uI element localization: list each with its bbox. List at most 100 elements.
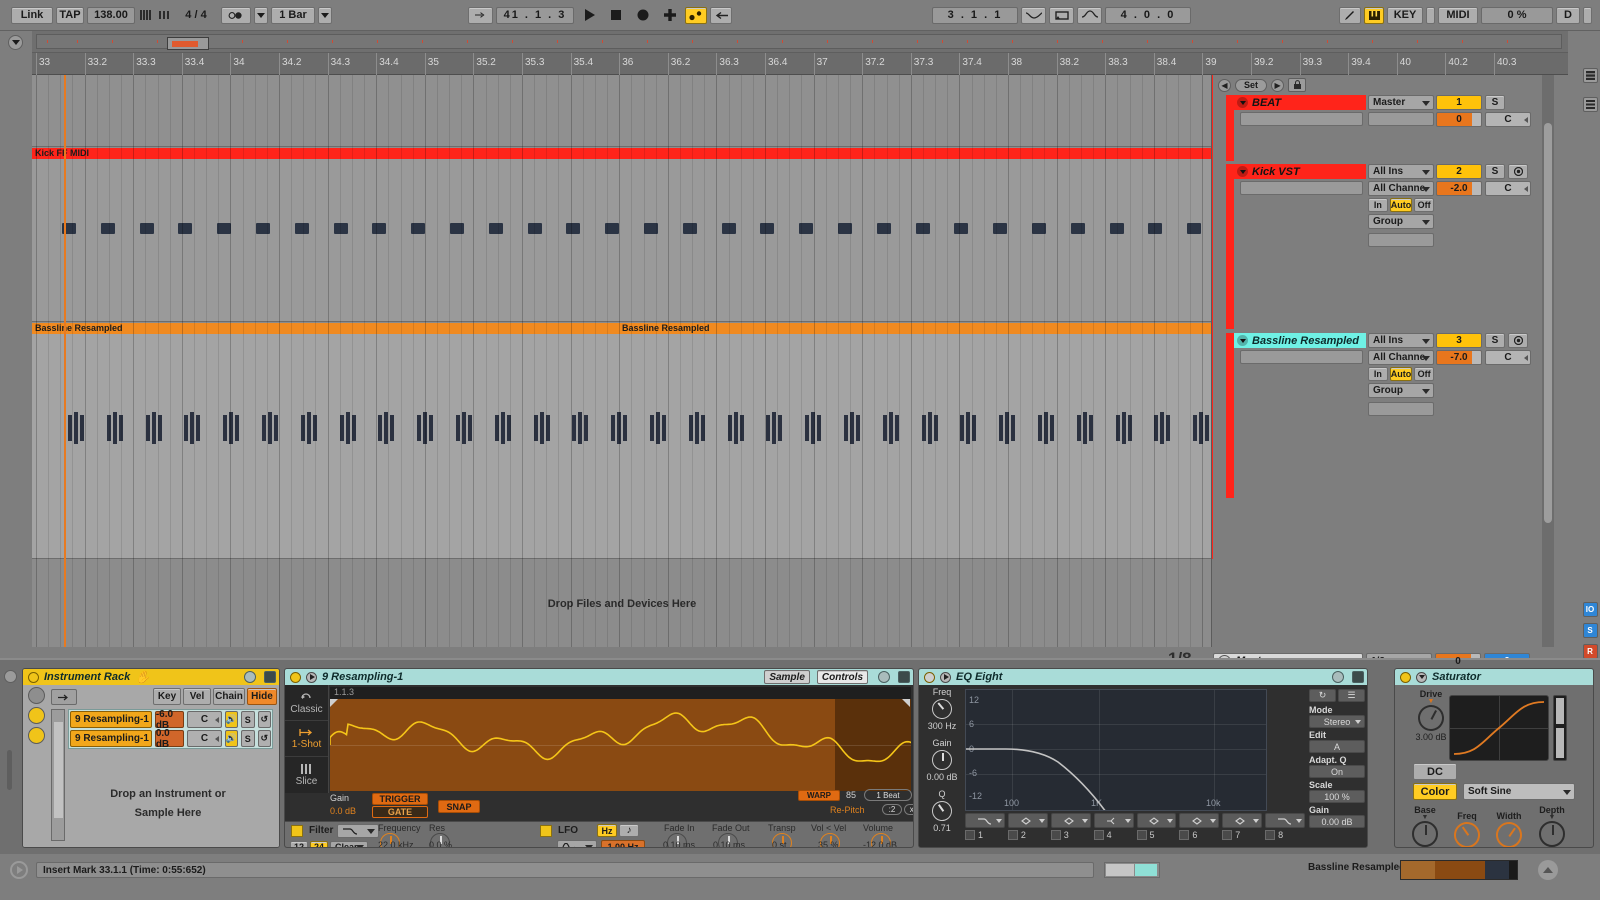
eq-title-bar[interactable]: EQ Eight xyxy=(919,669,1367,685)
chain-pan-1[interactable]: C xyxy=(187,711,222,728)
io-toggle-icon[interactable]: IO xyxy=(1582,602,1598,617)
device-slot-bassline[interactable] xyxy=(1240,350,1363,364)
eq-scale-value[interactable]: 100 % xyxy=(1309,790,1365,803)
saturator-freq-knob[interactable] xyxy=(1448,816,1486,847)
filter-circuit-menu[interactable]: Clean xyxy=(330,841,368,847)
midi-channel-bassline[interactable]: All Channe xyxy=(1368,350,1434,365)
midi-note[interactable] xyxy=(178,223,193,234)
simpler-tab-controls[interactable]: Controls xyxy=(816,670,868,684)
eq-edit-value[interactable]: A xyxy=(1309,740,1365,753)
chain-gain-2[interactable]: 0.0 dB xyxy=(154,728,185,750)
audio-from-kick[interactable]: All Ins xyxy=(1368,164,1434,179)
eq-band-2[interactable]: 2 xyxy=(1007,813,1048,847)
rack-chain-row-2[interactable]: 9 Resampling-1 0.0 dB C 🔊 S ↺ xyxy=(70,728,271,750)
draw-mode-icon[interactable] xyxy=(1339,6,1361,24)
loop-switch-icon[interactable] xyxy=(1049,6,1074,24)
track-header-kick-vst[interactable]: Kick VST All Ins All Channe In Auto Off … xyxy=(1226,164,1554,329)
filter-enable-toggle[interactable] xyxy=(291,825,303,837)
eq-band-enable-3[interactable] xyxy=(1050,830,1061,840)
simpler-mode-slice[interactable]: Slice xyxy=(285,757,328,793)
instrument-rack-title-bar[interactable]: Instrument Rack ✋ xyxy=(23,669,279,685)
eq-response-graph[interactable]: 12 6 0 -6 -12 100 1K 10k xyxy=(965,689,1267,811)
midi-map-button[interactable]: MIDI xyxy=(1438,6,1478,24)
rack-chain-button[interactable]: Chain xyxy=(213,688,245,705)
fade-out-value[interactable]: 0.10 ms xyxy=(713,840,745,847)
track-header-beat[interactable]: BEAT Master 1 S 0 C xyxy=(1226,95,1554,161)
loop-start-field[interactable]: 3 . 1 . 1 xyxy=(932,6,1018,24)
metronome-icon[interactable] xyxy=(138,7,153,24)
audio-from-beat[interactable]: Master xyxy=(1368,95,1434,110)
arm-record-icon-bassline[interactable] xyxy=(1508,333,1528,348)
bell-icon-7[interactable] xyxy=(1222,813,1263,828)
rack-chain-list[interactable]: 9 Resampling-1 -6.0 dB C 🔊 S ↺ 9 Resampl… xyxy=(68,709,273,750)
eq-band-1[interactable]: 1 xyxy=(965,813,1005,847)
fade-in-value[interactable]: 0.10 ms xyxy=(663,840,695,847)
simpler-waveform-display[interactable]: 1.1.3 xyxy=(330,687,911,791)
eq-band-6[interactable]: 6 xyxy=(1179,813,1220,847)
eq-band-enable-1[interactable] xyxy=(965,830,975,840)
computer-midi-keyboard-icon[interactable] xyxy=(1364,6,1384,24)
nudge-icon[interactable] xyxy=(156,7,171,24)
device-area-drag-handle[interactable] xyxy=(7,750,12,790)
simpler-end-marker[interactable] xyxy=(902,699,910,707)
simpler-tab-sample[interactable]: Sample xyxy=(764,670,810,684)
simpler-mode-classic[interactable]: Classic xyxy=(285,685,328,721)
simpler-snap-button[interactable]: SNAP xyxy=(438,800,480,813)
eq-band-8[interactable]: 8 xyxy=(1265,813,1305,847)
monitor-off-bassline[interactable]: Off xyxy=(1414,367,1434,381)
track-color-bar-kick[interactable] xyxy=(1226,164,1234,329)
set-label[interactable]: Set xyxy=(1235,78,1268,92)
midi-note[interactable] xyxy=(876,223,891,234)
track-name-kick[interactable]: Kick VST xyxy=(1234,164,1366,179)
bell-icon-2[interactable] xyxy=(1007,813,1048,828)
session-view-selector-icon[interactable] xyxy=(1582,68,1598,83)
saturator-drive-value[interactable]: 3.00 dB xyxy=(1413,732,1449,742)
track-lane-kick-vst[interactable]: Kick FF MIDI xyxy=(32,148,1211,322)
track-name-beat[interactable]: BEAT xyxy=(1234,95,1366,110)
monitor-off-kick[interactable]: Off xyxy=(1414,198,1434,212)
track-fold-icon[interactable] xyxy=(1237,97,1248,108)
simpler-start-marker[interactable] xyxy=(330,699,338,707)
eq-band-enable-6[interactable] xyxy=(1179,830,1190,840)
speaker-icon-1[interactable]: 🔊 xyxy=(224,711,239,728)
lfo-enable-toggle[interactable] xyxy=(540,825,552,837)
midi-note[interactable] xyxy=(100,223,115,234)
lowpass-icon-8[interactable] xyxy=(1265,813,1305,828)
audio-to-kick[interactable]: Group xyxy=(1368,214,1434,229)
rack-hide-button[interactable]: Hide xyxy=(247,688,277,705)
help-view-icon[interactable] xyxy=(10,861,28,879)
returns-toggle-icon[interactable]: R xyxy=(1582,644,1598,659)
output-slot-bassline[interactable] xyxy=(1368,402,1434,416)
volume-bassline[interactable]: -7.0 xyxy=(1436,350,1482,365)
overview-selection[interactable] xyxy=(167,37,209,50)
midi-note[interactable] xyxy=(1070,223,1085,234)
notch-icon-4[interactable] xyxy=(1093,813,1134,828)
eq-power-icon[interactable] xyxy=(924,671,935,683)
bell-icon-5[interactable] xyxy=(1136,813,1177,828)
hot-swap-icon[interactable] xyxy=(244,671,256,683)
saturator-curve-display[interactable] xyxy=(1449,695,1549,761)
track-fold-icon-kick[interactable] xyxy=(1237,166,1248,177)
eq-save-icon[interactable] xyxy=(1352,671,1364,683)
arrangement-tracks[interactable]: Kick FF MIDI Bassline Resampled Bassline… xyxy=(32,75,1212,647)
track-number-kick[interactable]: 2 xyxy=(1436,164,1482,179)
midi-note[interactable] xyxy=(294,223,309,234)
track-fold-icon-bassline[interactable] xyxy=(1237,335,1248,346)
capture-midi-icon[interactable] xyxy=(658,6,682,24)
saturator-base-knob[interactable] xyxy=(1412,821,1438,847)
simpler-repitch-menu[interactable]: Re-Pitch xyxy=(830,805,865,815)
loop-start-marker[interactable] xyxy=(64,75,66,647)
rack-key-button[interactable]: Key xyxy=(153,688,181,705)
chain-solo-1[interactable]: S xyxy=(241,711,255,728)
device-power-icon[interactable] xyxy=(28,671,39,683)
sine-shape-icon[interactable] xyxy=(557,840,597,847)
arrangement-position-field[interactable]: 41 . 1 . 3 xyxy=(496,6,574,24)
follow-icon[interactable] xyxy=(221,6,251,24)
eq-band-enable-8[interactable] xyxy=(1265,830,1276,840)
monitor-auto-kick[interactable]: Auto xyxy=(1389,198,1413,212)
device-eq-eight[interactable]: EQ Eight Freq 300 Hz Gain 0.00 dB Q 0.71 xyxy=(918,668,1368,848)
time-signature-field[interactable]: 4 / 4 xyxy=(174,7,218,24)
solo-button-beat[interactable]: S xyxy=(1485,95,1505,110)
device-chain-thumbnail[interactable] xyxy=(1400,860,1518,880)
follow-dropdown[interactable] xyxy=(254,6,268,24)
